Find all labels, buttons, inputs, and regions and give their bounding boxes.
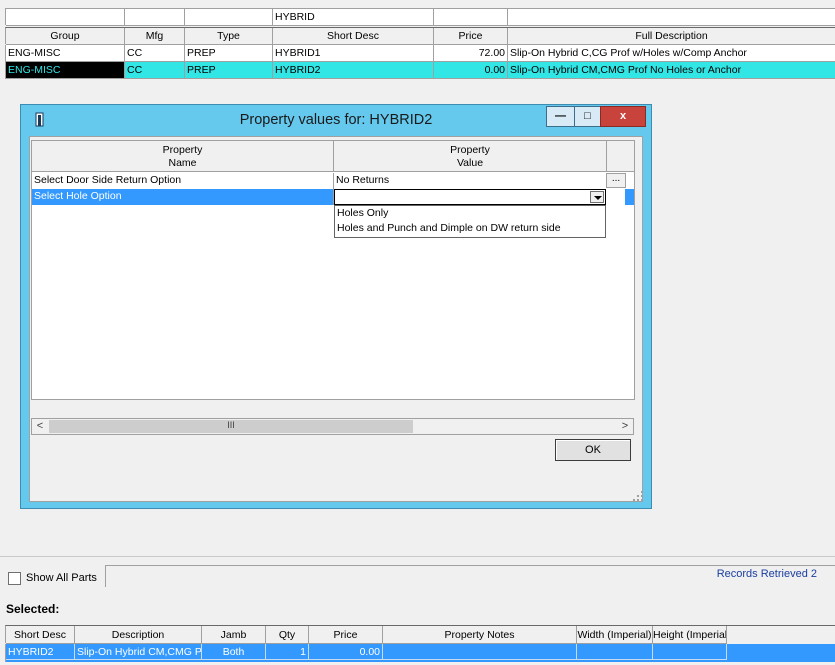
- type-cell[interactable]: PREP: [185, 62, 273, 79]
- property-name-cell[interactable]: Select Hole Option: [32, 189, 334, 205]
- width-cell[interactable]: [577, 644, 653, 660]
- group-cell[interactable]: ENG-MISC: [6, 62, 125, 79]
- scroll-thumb[interactable]: III: [49, 420, 413, 433]
- group-cell[interactable]: ENG-MISC: [6, 45, 125, 62]
- dialog-client: Property Name Property Value Select Door…: [29, 136, 643, 502]
- table-row-selected[interactable]: ENG-MISC CC PREP HYBRID2 0.00 Slip-On Hy…: [5, 62, 835, 79]
- full-desc-cell[interactable]: Slip-On Hybrid CM,CMG Prof No Holes or A…: [508, 62, 835, 79]
- horizontal-scrollbar[interactable]: < III >: [31, 418, 634, 435]
- filter-group-cell[interactable]: [6, 9, 125, 26]
- column-header-price[interactable]: Price: [434, 28, 508, 45]
- property-values-dialog: Property values for: HYBRID2 — □ x Prope…: [20, 104, 652, 509]
- selected-label: Selected:: [6, 602, 60, 616]
- column-header-property-name[interactable]: Property Name: [32, 141, 334, 172]
- resize-grip-icon[interactable]: [633, 491, 643, 501]
- hole-option-combobox[interactable]: [334, 189, 606, 205]
- table-row[interactable]: ENG-MISC CC PREP HYBRID1 72.00 Slip-On H…: [5, 45, 835, 62]
- jamb-cell[interactable]: Both: [202, 644, 266, 660]
- show-all-parts-checkbox[interactable]: [8, 571, 21, 585]
- column-header-width[interactable]: Width (Imperial): [577, 626, 653, 644]
- property-grid-header: Property Name Property Value: [32, 141, 634, 172]
- type-cell[interactable]: PREP: [185, 45, 273, 62]
- price-cell[interactable]: 0.00: [434, 62, 508, 79]
- column-header-description[interactable]: Description: [75, 626, 202, 644]
- header-line: Property: [162, 144, 203, 156]
- records-retrieved: Records Retrieved 2: [716, 568, 817, 580]
- selection-strip: [625, 189, 634, 205]
- close-icon: x: [619, 110, 627, 122]
- short-desc-cell[interactable]: HYBRID1: [273, 45, 434, 62]
- filter-row: HYBRID: [5, 8, 835, 26]
- column-header-short-desc[interactable]: Short Desc: [6, 626, 75, 644]
- column-header-property-value[interactable]: Property Value: [334, 141, 607, 172]
- table-row-selected[interactable]: HYBRID2 Slip-On Hybrid CM,CMG P Both 1 0…: [5, 644, 835, 662]
- ok-button[interactable]: OK: [555, 439, 631, 461]
- header-line: Property: [450, 144, 490, 156]
- mfg-cell[interactable]: CC: [125, 62, 185, 79]
- header-line: Name: [168, 157, 197, 169]
- short-desc-cell[interactable]: HYBRID2: [6, 644, 75, 660]
- filter-mfg-cell[interactable]: [125, 9, 185, 26]
- property-name-cell[interactable]: Select Door Side Return Option: [32, 173, 334, 189]
- column-header-qty[interactable]: Qty: [266, 626, 309, 644]
- grid-header: Group Mfg Type Short Desc Price Full Des…: [5, 27, 835, 45]
- column-header-jamb[interactable]: Jamb: [202, 626, 266, 644]
- filter-type-cell[interactable]: [185, 9, 273, 26]
- column-header-height[interactable]: Height (Imperial): [653, 626, 727, 644]
- column-header-mfg[interactable]: Mfg: [125, 28, 185, 45]
- column-header-property-notes[interactable]: Property Notes: [383, 626, 577, 644]
- property-grid: Property Name Property Value Select Door…: [31, 140, 635, 400]
- maximize-icon: □: [584, 110, 591, 122]
- description-cell[interactable]: Slip-On Hybrid CM,CMG P: [75, 644, 202, 660]
- full-desc-cell[interactable]: Slip-On Hybrid C,CG Prof w/Holes w/Comp …: [508, 45, 835, 62]
- column-header-type[interactable]: Type: [185, 28, 273, 45]
- dropdown-list: Holes Only Holes and Punch and Dimple on…: [334, 205, 606, 238]
- show-all-parts-label: Show All Parts: [26, 572, 97, 584]
- scroll-left-icon[interactable]: <: [32, 419, 48, 434]
- chevron-down-icon[interactable]: [590, 191, 604, 203]
- column-header-price[interactable]: Price: [309, 626, 383, 644]
- minimize-button[interactable]: —: [546, 106, 575, 127]
- filter-full-desc-cell[interactable]: [508, 9, 835, 26]
- show-all-parts-option[interactable]: Show All Parts: [8, 571, 97, 586]
- property-notes-cell[interactable]: [383, 644, 577, 660]
- parts-grid: HYBRID Group Mfg Type Short Desc Price F…: [0, 0, 835, 80]
- header-line: Value: [456, 157, 484, 169]
- filter-price-cell[interactable]: [434, 9, 508, 26]
- mfg-cell[interactable]: CC: [125, 45, 185, 62]
- short-desc-cell[interactable]: HYBRID2: [273, 62, 434, 79]
- dropdown-option[interactable]: Holes Only: [335, 206, 605, 221]
- property-value-cell[interactable]: No Returns: [334, 173, 606, 189]
- property-row[interactable]: Select Door Side Return Option No Return…: [32, 173, 606, 189]
- close-button[interactable]: x: [600, 106, 646, 127]
- ellipsis-button[interactable]: ...: [606, 173, 626, 188]
- price-cell[interactable]: 0.00: [309, 644, 383, 660]
- maximize-button[interactable]: □: [574, 106, 601, 127]
- minimize-icon: —: [555, 110, 566, 122]
- column-header-group[interactable]: Group: [6, 28, 125, 45]
- scroll-right-icon[interactable]: >: [617, 419, 633, 434]
- filter-short-desc-cell[interactable]: HYBRID: [273, 9, 434, 26]
- dropdown-option[interactable]: Holes and Punch and Dimple on DW return …: [335, 221, 605, 236]
- column-header-extra: [607, 141, 634, 172]
- qty-cell[interactable]: 1: [266, 644, 309, 660]
- column-header-full-desc[interactable]: Full Description: [508, 28, 835, 45]
- height-cell[interactable]: [653, 644, 727, 660]
- separator: [0, 556, 835, 557]
- selected-grid-header: Short Desc Description Jamb Qty Price Pr…: [5, 625, 835, 644]
- column-header-short-desc[interactable]: Short Desc: [273, 28, 434, 45]
- price-cell[interactable]: 72.00: [434, 45, 508, 62]
